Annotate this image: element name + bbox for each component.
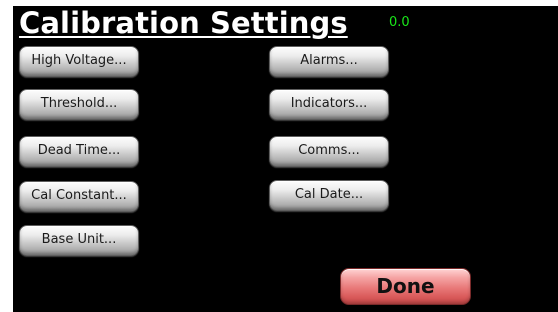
- indicators-button[interactable]: Indicators...: [269, 89, 389, 120]
- dead-time-button[interactable]: Dead Time...: [19, 136, 139, 167]
- base-unit-button[interactable]: Base Unit...: [19, 225, 139, 256]
- alarms-button-label: Alarms...: [300, 53, 358, 68]
- calibration-screen: Calibration Settings 0.0 High Voltage...…: [13, 6, 558, 312]
- done-button[interactable]: Done: [340, 268, 471, 305]
- threshold-button[interactable]: Threshold...: [19, 89, 139, 120]
- indicators-button-label: Indicators...: [290, 96, 368, 111]
- cal-constant-button-label: Cal Constant...: [31, 188, 127, 203]
- comms-button[interactable]: Comms...: [269, 136, 389, 167]
- cal-constant-button[interactable]: Cal Constant...: [19, 181, 139, 212]
- counter-readout: 0.0: [389, 15, 410, 30]
- alarms-button[interactable]: Alarms...: [269, 46, 389, 77]
- base-unit-button-label: Base Unit...: [41, 232, 117, 247]
- high-voltage-button[interactable]: High Voltage...: [19, 46, 139, 77]
- page-title: Calibration Settings: [19, 6, 348, 40]
- threshold-button-label: Threshold...: [40, 96, 118, 111]
- high-voltage-button-label: High Voltage...: [31, 53, 127, 68]
- device-frame: Calibration Settings 0.0 High Voltage...…: [0, 0, 558, 312]
- comms-button-label: Comms...: [298, 143, 360, 158]
- cal-date-button-label: Cal Date...: [294, 187, 364, 202]
- done-button-label: Done: [376, 273, 435, 298]
- dead-time-button-label: Dead Time...: [37, 143, 121, 158]
- cal-date-button[interactable]: Cal Date...: [269, 180, 389, 211]
